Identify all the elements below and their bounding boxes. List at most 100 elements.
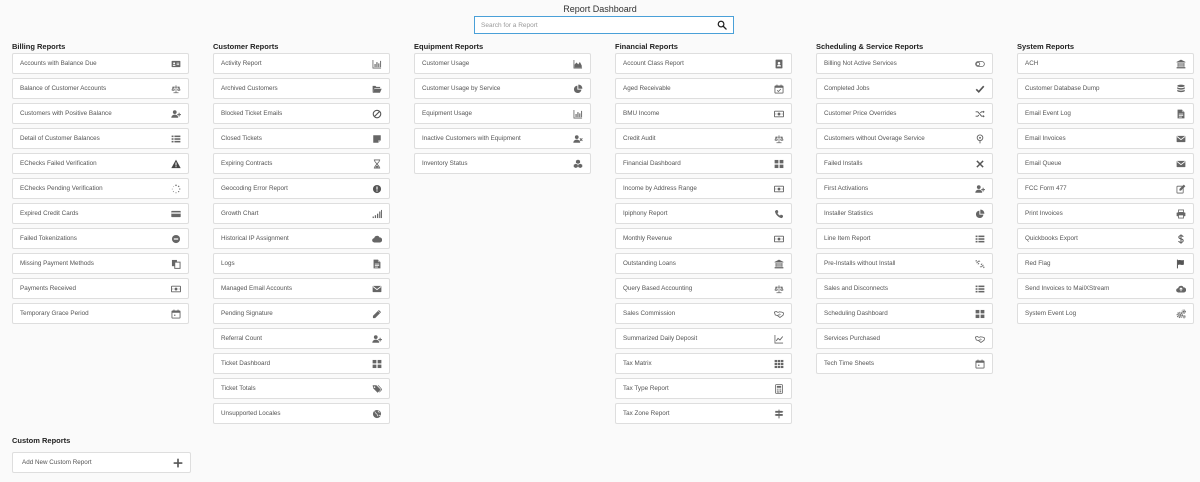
report-item[interactable]: Sales Commission [615,303,792,324]
report-label: Tax Zone Report [623,410,670,417]
bar-chart-icon [572,108,583,119]
report-item[interactable]: Services Purchased [816,328,993,349]
report-item[interactable]: Blocked Ticket Emails [213,103,390,124]
report-label: Inventory Status [422,160,468,167]
report-item[interactable]: Payments Received [12,278,189,299]
report-item[interactable]: Managed Email Accounts [213,278,390,299]
report-item[interactable]: Customers without Overage Service [816,128,993,149]
report-item[interactable]: Line Item Report [816,228,993,249]
report-item[interactable]: Customer Usage [414,53,591,74]
report-item[interactable]: Quickbooks Export [1017,228,1194,249]
report-item[interactable]: Logs [213,253,390,274]
report-item[interactable]: Inactive Customers with Equipment [414,128,591,149]
report-item[interactable]: Activity Report [213,53,390,74]
report-item[interactable]: Red Flag [1017,253,1194,274]
report-item[interactable]: Financial Dashboard [615,153,792,174]
report-item[interactable]: Customer Price Overrides [816,103,993,124]
bank-icon [1175,58,1186,69]
report-item[interactable]: Ticket Dashboard [213,353,390,374]
report-item[interactable]: Income by Address Range [615,178,792,199]
report-label: Archived Customers [221,85,278,92]
report-item[interactable]: Closed Tickets [213,128,390,149]
report-item[interactable]: EChecks Pending Verification [12,178,189,199]
report-item[interactable]: Outstanding Loans [615,253,792,274]
report-item[interactable]: Equipment Usage [414,103,591,124]
report-item[interactable]: Aged Receivable [615,78,792,99]
report-label: Historical IP Assignment [221,235,289,242]
report-item[interactable]: Failed Installs [816,153,993,174]
report-item[interactable]: First Activations [816,178,993,199]
report-item[interactable]: Archived Customers [213,78,390,99]
report-item[interactable]: Ipiphony Report [615,203,792,224]
report-item[interactable]: ACH [1017,53,1194,74]
cloud-icon [371,233,382,244]
report-label: Failed Tokenizations [20,235,77,242]
warning-icon [170,158,181,169]
report-item[interactable]: Monthly Revenue [615,228,792,249]
search-icon [717,20,728,31]
phone-icon [773,208,784,219]
add-custom-report-button[interactable]: Add New Custom Report [12,452,191,473]
report-item[interactable]: Failed Tokenizations [12,228,189,249]
report-item[interactable]: FCC Form 477 [1017,178,1194,199]
report-item[interactable]: Completed Jobs [816,78,993,99]
report-item[interactable]: Customers with Positive Balance [12,103,189,124]
file-text-icon [371,258,382,269]
report-item[interactable]: Growth Chart [213,203,390,224]
report-label: Query Based Accounting [623,285,693,292]
report-label: Blocked Ticket Emails [221,110,283,117]
report-item[interactable]: Ticket Totals [213,378,390,399]
report-item[interactable]: Geocoding Error Report [213,178,390,199]
report-item[interactable]: Send Invoices to MailXStream [1017,278,1194,299]
report-item[interactable]: Referral Count [213,328,390,349]
report-item[interactable]: Customer Usage by Service [414,78,591,99]
report-item[interactable]: Missing Payment Methods [12,253,189,274]
report-item[interactable]: Temporary Grace Period [12,303,189,324]
report-item[interactable]: Print Invoices [1017,203,1194,224]
map-pin-icon [974,133,985,144]
calendar-check-icon [773,83,784,94]
report-item[interactable]: BMU Income [615,103,792,124]
report-item[interactable]: Sales and Disconnects [816,278,993,299]
report-item[interactable]: Scheduling Dashboard [816,303,993,324]
search-button[interactable] [711,17,733,33]
report-item[interactable]: Balance of Customer Accounts [12,78,189,99]
report-item[interactable]: Installer Statistics [816,203,993,224]
report-item[interactable]: Expiring Contracts [213,153,390,174]
report-item[interactable]: Email Invoices [1017,128,1194,149]
copy-icon [170,258,181,269]
report-item[interactable]: Summarized Daily Deposit [615,328,792,349]
report-item[interactable]: Pre-Installs without Install [816,253,993,274]
report-item[interactable]: Billing Not Active Services [816,53,993,74]
report-item[interactable]: Detail of Customer Balances [12,128,189,149]
bar-chart-icon [371,58,382,69]
report-item[interactable]: Email Event Log [1017,103,1194,124]
report-item[interactable]: Tax Type Report [615,378,792,399]
search-input[interactable] [475,17,711,33]
report-item[interactable]: Accounts with Balance Due [12,53,189,74]
report-item[interactable]: Customer Database Dump [1017,78,1194,99]
report-item[interactable]: Tax Zone Report [615,403,792,424]
pie-chart-icon [572,83,583,94]
report-label: Accounts with Balance Due [20,60,97,67]
column-title-billing: Billing Reports [12,42,66,51]
column-title-customer: Customer Reports [213,42,279,51]
report-item[interactable]: Credit Audit [615,128,792,149]
report-item[interactable]: System Event Log [1017,303,1194,324]
report-item[interactable]: Historical IP Assignment [213,228,390,249]
report-item[interactable]: Pending Signature [213,303,390,324]
report-item[interactable]: Inventory Status [414,153,591,174]
report-item[interactable]: Unsupported Locales [213,403,390,424]
toggle-off-icon [974,58,985,69]
report-label: Customers without Overage Service [824,135,925,142]
report-label: Pending Signature [221,310,273,317]
report-item[interactable]: EChecks Failed Verification [12,153,189,174]
report-item[interactable]: Email Queue [1017,153,1194,174]
report-item[interactable]: Tax Matrix [615,353,792,374]
report-item[interactable]: Account Class Report [615,53,792,74]
report-item[interactable]: Expired Credit Cards [12,203,189,224]
report-label: Managed Email Accounts [221,285,293,292]
cloud-upload-icon [1175,283,1186,294]
report-item[interactable]: Tech Time Sheets [816,353,993,374]
report-item[interactable]: Query Based Accounting [615,278,792,299]
